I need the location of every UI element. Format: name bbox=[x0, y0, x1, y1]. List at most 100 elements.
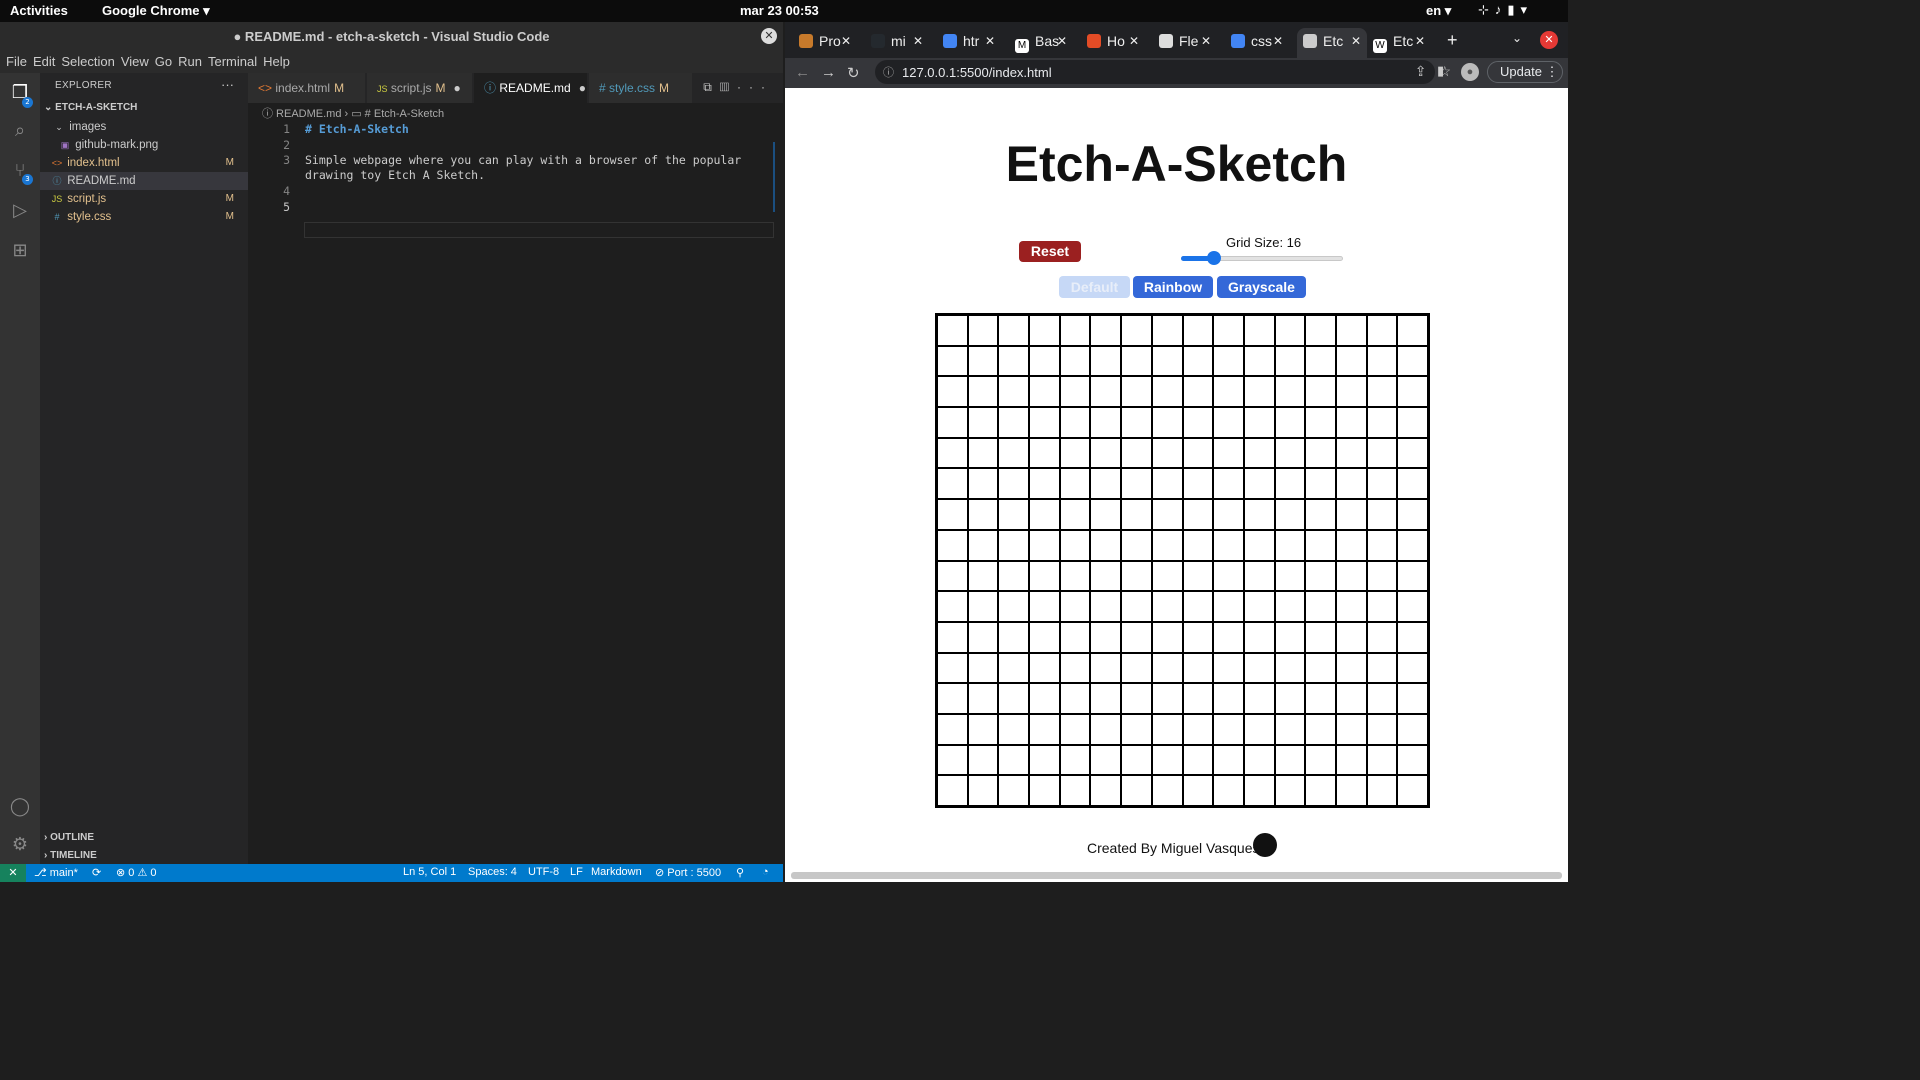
grid-cell[interactable] bbox=[1336, 684, 1366, 713]
grid-cell[interactable] bbox=[1152, 745, 1182, 775]
grid-cell[interactable] bbox=[1183, 377, 1213, 407]
grid-cell[interactable] bbox=[1275, 561, 1305, 591]
grid-cell[interactable] bbox=[938, 622, 967, 652]
close-icon[interactable]: ✕ bbox=[761, 28, 777, 44]
cursor-position[interactable]: Ln 5, Col 1 bbox=[403, 866, 456, 878]
scrollbar-indicator[interactable] bbox=[773, 142, 775, 212]
grid-cell[interactable] bbox=[1060, 776, 1090, 805]
menu-edit[interactable]: Edit bbox=[33, 54, 55, 69]
grid-cell[interactable] bbox=[1183, 438, 1213, 468]
language-mode[interactable]: Markdown bbox=[591, 866, 642, 878]
grid-cell[interactable] bbox=[1183, 469, 1213, 499]
grid-cell[interactable] bbox=[1306, 653, 1335, 683]
grid-cell[interactable] bbox=[1367, 653, 1397, 683]
grid-cell[interactable] bbox=[1091, 408, 1121, 437]
grid-cell[interactable] bbox=[1091, 500, 1121, 529]
grid-cell[interactable] bbox=[1336, 561, 1366, 591]
grid-cell[interactable] bbox=[1122, 438, 1151, 468]
grid-cell[interactable] bbox=[1091, 714, 1121, 744]
grid-cell[interactable] bbox=[1275, 684, 1305, 713]
grid-cell[interactable] bbox=[938, 469, 967, 499]
grid-cell[interactable] bbox=[1244, 377, 1274, 407]
grid-cell[interactable] bbox=[1152, 653, 1182, 683]
feedback-icon[interactable]: ⚲ bbox=[736, 866, 744, 879]
notifications-icon[interactable]: ◔ bbox=[762, 866, 769, 878]
grid-cell[interactable] bbox=[1060, 653, 1090, 683]
grayscale-mode-button[interactable]: Grayscale bbox=[1217, 276, 1306, 298]
grid-cell[interactable] bbox=[1060, 438, 1090, 468]
grid-cell[interactable] bbox=[1306, 316, 1335, 345]
grid-cell[interactable] bbox=[1152, 500, 1182, 529]
grid-cell[interactable] bbox=[1244, 776, 1274, 805]
grid-cell[interactable] bbox=[999, 745, 1029, 775]
grid-cell[interactable] bbox=[1152, 377, 1182, 407]
grid-cell[interactable] bbox=[1275, 377, 1305, 407]
grid-cell[interactable] bbox=[1122, 622, 1151, 652]
line-ending[interactable]: LF bbox=[570, 866, 583, 878]
grid-cell[interactable] bbox=[1152, 776, 1182, 805]
grid-cell[interactable] bbox=[1183, 622, 1213, 652]
tree-item-style-css[interactable]: # style.css M bbox=[40, 208, 248, 226]
language-indicator[interactable]: en ▾ bbox=[1426, 3, 1451, 19]
grid-cell[interactable] bbox=[1214, 377, 1243, 407]
grid-cell[interactable] bbox=[1275, 776, 1305, 805]
grid-cell[interactable] bbox=[1244, 316, 1274, 345]
close-tab-icon[interactable]: ✕ bbox=[1201, 28, 1211, 54]
grid-cell[interactable] bbox=[1183, 714, 1213, 744]
grid-cell[interactable] bbox=[999, 408, 1029, 437]
grid-cell[interactable] bbox=[1060, 469, 1090, 499]
grid-cell[interactable] bbox=[1122, 408, 1151, 437]
grid-cell[interactable] bbox=[1060, 745, 1090, 775]
grid-cell[interactable] bbox=[1152, 469, 1182, 499]
grid-cell[interactable] bbox=[999, 714, 1029, 744]
grid-cell[interactable] bbox=[1122, 469, 1151, 499]
grid-cell[interactable] bbox=[1336, 377, 1366, 407]
grid-cell[interactable] bbox=[1214, 408, 1243, 437]
grid-cell[interactable] bbox=[1398, 592, 1427, 621]
grid-cell[interactable] bbox=[1060, 684, 1090, 713]
grid-cell[interactable] bbox=[1152, 438, 1182, 468]
remote-icon[interactable]: ✕ bbox=[0, 864, 26, 882]
grid-cell[interactable] bbox=[1060, 592, 1090, 621]
editor-actions-icons[interactable]: ⧉▥··· bbox=[703, 80, 773, 95]
grid-cell[interactable] bbox=[1367, 745, 1397, 775]
grid-cell[interactable] bbox=[1091, 684, 1121, 713]
grid-cell[interactable] bbox=[1398, 500, 1427, 529]
grid-cell[interactable] bbox=[1306, 408, 1335, 437]
close-tab-icon[interactable]: ✕ bbox=[1415, 28, 1425, 54]
grid-cell[interactable] bbox=[1306, 684, 1335, 713]
grid-cell[interactable] bbox=[1244, 530, 1274, 560]
close-tab-icon[interactable]: ✕ bbox=[841, 28, 851, 54]
grid-cell[interactable] bbox=[1183, 592, 1213, 621]
profile-avatar[interactable]: ● bbox=[1461, 63, 1479, 81]
grid-cell[interactable] bbox=[1122, 316, 1151, 345]
run-debug-icon[interactable]: ▷ bbox=[8, 199, 32, 223]
grid-cell[interactable] bbox=[1244, 714, 1274, 744]
github-icon[interactable] bbox=[1253, 833, 1277, 857]
close-tab-icon[interactable]: ✕ bbox=[913, 28, 923, 54]
grid-cell[interactable] bbox=[938, 561, 967, 591]
grid-cell[interactable] bbox=[1367, 316, 1397, 345]
grid-cell[interactable] bbox=[1336, 714, 1366, 744]
grid-cell[interactable] bbox=[938, 408, 967, 437]
grid-cell[interactable] bbox=[1122, 592, 1151, 621]
forward-icon[interactable]: → bbox=[821, 64, 836, 81]
grid-cell[interactable] bbox=[1183, 408, 1213, 437]
tab-readme[interactable]: ⓘ README.md ● bbox=[474, 73, 588, 103]
close-window-icon[interactable]: ✕ bbox=[1540, 31, 1558, 49]
grid-cell[interactable] bbox=[938, 592, 967, 621]
grid-cell[interactable] bbox=[1367, 622, 1397, 652]
grid-cell[interactable] bbox=[1244, 346, 1274, 376]
tab-style-css[interactable]: # style.css M bbox=[589, 73, 693, 103]
grid-cell[interactable] bbox=[1122, 561, 1151, 591]
grid-cell[interactable] bbox=[1336, 592, 1366, 621]
grid-cell[interactable] bbox=[1152, 530, 1182, 560]
grid-cell[interactable] bbox=[1122, 653, 1151, 683]
grid-cell[interactable] bbox=[1336, 408, 1366, 437]
grid-cell[interactable] bbox=[968, 316, 998, 345]
grid-cell[interactable] bbox=[1091, 530, 1121, 560]
grid-cell[interactable] bbox=[1306, 622, 1335, 652]
browser-tab[interactable]: Ho ✕ bbox=[1087, 28, 1145, 58]
search-icon[interactable]: ⌕ bbox=[8, 119, 32, 143]
grid-cell[interactable] bbox=[1306, 745, 1335, 775]
